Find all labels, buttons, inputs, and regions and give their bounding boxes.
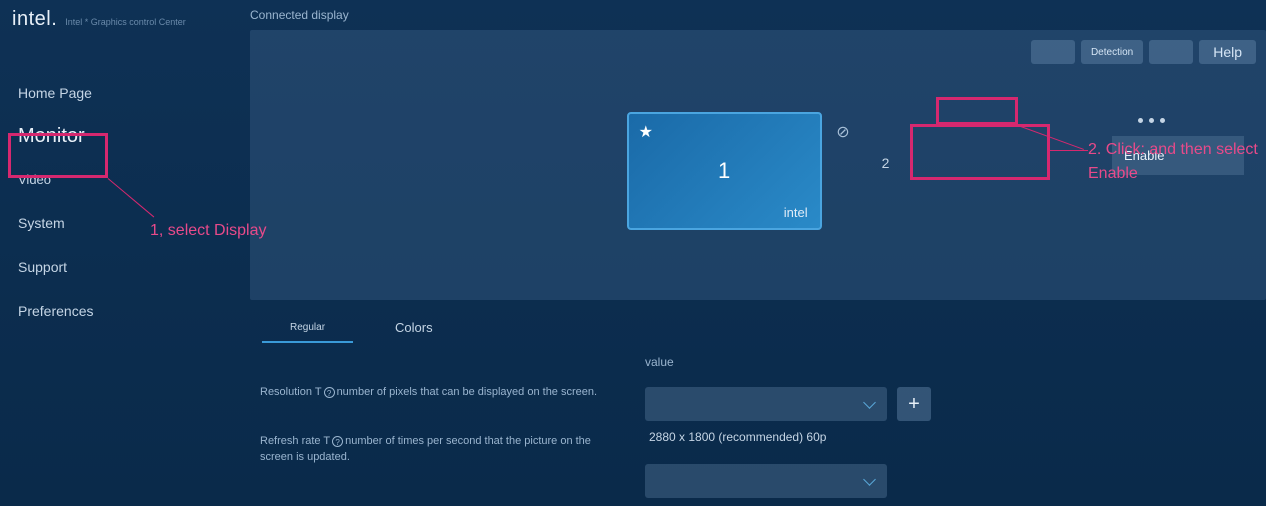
- sidebar-item-support[interactable]: Support: [0, 245, 250, 289]
- tab-regular[interactable]: Regular: [290, 312, 325, 343]
- tab-colors[interactable]: Colors: [395, 310, 433, 345]
- sidebar-item-preferences[interactable]: Preferences: [0, 289, 250, 333]
- refresh-label-a: Refresh rate T: [260, 435, 330, 447]
- ellipsis-icon[interactable]: [1116, 108, 1186, 132]
- display-1-label: intel: [784, 205, 808, 220]
- sidebar-item-home[interactable]: Home Page: [0, 71, 250, 115]
- help-icon[interactable]: ?: [324, 387, 335, 398]
- settings-right: value + 2880 x 1800 (recommended) 60p: [645, 355, 1266, 499]
- value-header: value: [645, 355, 1266, 387]
- settings-grid: Resolution T?number of pixels that can b…: [250, 345, 1266, 499]
- display-1-number: 1: [718, 158, 730, 184]
- star-icon: ★: [639, 122, 653, 142]
- brand-row: intel. Intel * Graphics control Center: [0, 8, 250, 71]
- resolution-dropdown[interactable]: [645, 387, 887, 421]
- resolution-label-b: number of pixels that can be displayed o…: [337, 386, 598, 398]
- display-2-number[interactable]: 2: [882, 155, 890, 171]
- main: Connected display Detection Help ★ ⊘ 1 i…: [250, 0, 1266, 506]
- sidebar-item-video[interactable]: Video: [0, 158, 250, 201]
- help-icon[interactable]: ?: [332, 436, 343, 447]
- add-resolution-button[interactable]: +: [897, 387, 931, 421]
- resolution-row: +: [645, 387, 1266, 421]
- tabs: Regular Colors: [250, 300, 1266, 345]
- enable-menu-item[interactable]: Enable: [1112, 136, 1244, 175]
- resolution-value: 2880 x 1800 (recommended) 60p: [645, 421, 1266, 446]
- display-card-1[interactable]: ★ ⊘ 1 intel: [627, 112, 822, 230]
- sidebar-item-system[interactable]: System: [0, 201, 250, 245]
- refresh-setting: Refresh rate T?number of times per secon…: [260, 434, 625, 465]
- resolution-setting: Resolution T?number of pixels that can b…: [260, 385, 625, 400]
- nav: Home Page Monitor Video System Support P…: [0, 71, 250, 333]
- resolution-label-a: Resolution T: [260, 386, 322, 398]
- chevron-down-icon: [863, 475, 875, 487]
- sidebar: intel. Intel * Graphics control Center H…: [0, 0, 250, 506]
- refresh-row: [645, 464, 1266, 498]
- displays-row: ★ ⊘ 1 intel 2: [262, 42, 1254, 230]
- brand-sub: Intel * Graphics control Center: [65, 17, 186, 27]
- chevron-down-icon: [863, 398, 875, 410]
- resolution-label: Resolution T?number of pixels that can b…: [260, 385, 625, 400]
- settings-left: Resolution T?number of pixels that can b…: [250, 355, 645, 499]
- brand-name: intel.: [12, 8, 57, 31]
- sidebar-item-monitor[interactable]: Monitor: [0, 115, 250, 158]
- block-icon: ⊘: [836, 122, 849, 142]
- refresh-dropdown[interactable]: [645, 464, 887, 498]
- display-panel: Detection Help ★ ⊘ 1 intel 2 Enable: [250, 30, 1266, 300]
- section-title: Connected display: [250, 8, 1266, 30]
- refresh-label: Refresh rate T?number of times per secon…: [260, 434, 625, 465]
